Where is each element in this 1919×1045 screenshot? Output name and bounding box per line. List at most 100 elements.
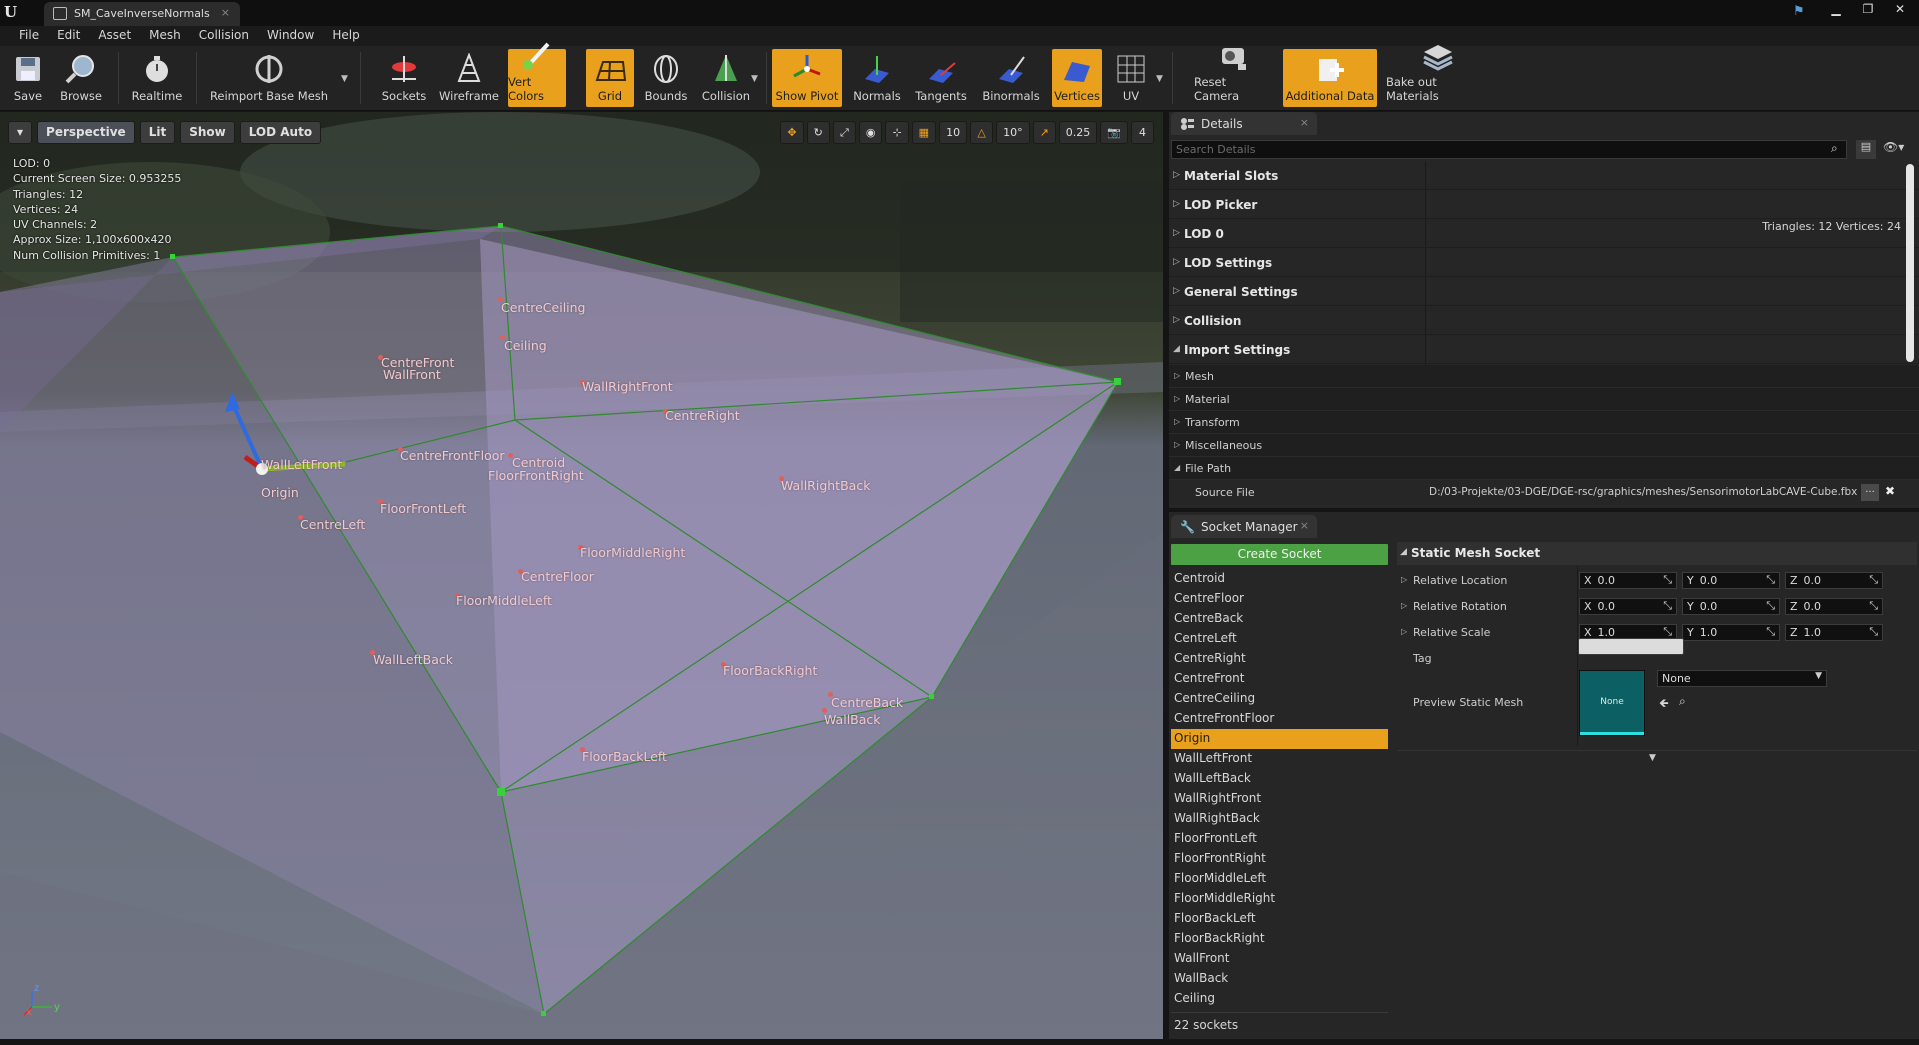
bounds-button[interactable]: Bounds xyxy=(640,49,692,107)
reimport-dropdown-icon[interactable]: ▼ xyxy=(341,74,348,84)
expand-arrow-icon[interactable]: ▷ xyxy=(1401,601,1407,610)
socket-label-floor-middle-right[interactable]: FloorMiddleRight xyxy=(580,545,685,560)
rotation-snap-icon[interactable]: △ xyxy=(970,121,994,144)
socket-label-wall-right-front[interactable]: WallRightFront xyxy=(582,379,673,394)
menu-mesh[interactable]: Mesh xyxy=(140,26,190,46)
list-item[interactable]: WallRightBack xyxy=(1171,809,1388,829)
chevron-down-icon[interactable]: ▼ xyxy=(1649,753,1656,763)
viewport[interactable]: ▾ Perspective Lit Show LOD Auto ✥ ↻ ⤢ ◉ … xyxy=(0,112,1163,1039)
socket-manager-tab[interactable]: 🔧 Socket Manager × xyxy=(1171,515,1317,538)
menu-file[interactable]: File xyxy=(10,26,48,46)
socket-label-wall-left-front[interactable]: WallLeftFront xyxy=(261,457,342,472)
section-material-slots[interactable]: ▷ Material Slots xyxy=(1169,162,1919,190)
uv-button[interactable]: UV xyxy=(1108,49,1154,107)
preview-mesh-combo[interactable]: None ▼ xyxy=(1657,670,1827,687)
rotate-icon[interactable]: ↻ xyxy=(806,121,830,144)
socket-label-wall-front[interactable]: WallFront xyxy=(383,367,441,382)
list-item[interactable]: Ceiling xyxy=(1171,989,1388,1009)
list-item[interactable]: WallLeftFront xyxy=(1171,749,1388,769)
expand-arrow-icon[interactable]: ▷ xyxy=(1401,575,1407,584)
close-icon[interactable]: × xyxy=(1300,519,1309,532)
list-item[interactable]: CentreBack xyxy=(1171,609,1388,629)
view-options-icon[interactable]: ▤ xyxy=(1856,140,1876,159)
browse-file-button[interactable]: ... xyxy=(1861,484,1879,501)
socket-label-wall-left-back[interactable]: WallLeftBack xyxy=(373,652,453,667)
socket-label-centre-back[interactable]: CentreBack xyxy=(831,695,903,710)
grid-snap-value[interactable]: 10 xyxy=(939,121,968,144)
browse-asset-icon[interactable]: ⌕ xyxy=(1679,694,1693,708)
uv-dropdown-icon[interactable]: ▼ xyxy=(1156,74,1163,84)
socket-label-ceiling[interactable]: Ceiling xyxy=(504,338,547,353)
list-item[interactable]: FloorFrontLeft xyxy=(1171,829,1388,849)
details-tab[interactable]: Details × xyxy=(1171,112,1317,135)
viewport-options-button[interactable]: ▾ xyxy=(8,121,33,144)
location-y-field[interactable]: Y 0.0 ⤡ xyxy=(1682,572,1780,589)
socket-label-floor-middle-left[interactable]: FloorMiddleLeft xyxy=(456,593,552,608)
scale-snap-icon[interactable]: ↗ xyxy=(1032,121,1056,144)
show-button[interactable]: Show xyxy=(180,121,235,144)
section-general-settings[interactable]: ▷ General Settings xyxy=(1169,278,1919,306)
world-local-icon[interactable]: ◉ xyxy=(858,121,883,144)
socket-label-centre-left[interactable]: CentreLeft xyxy=(300,517,365,532)
socket-label-wall-right-back[interactable]: WallRightBack xyxy=(781,478,870,493)
create-socket-button[interactable]: Create Socket xyxy=(1171,544,1388,565)
wireframe-button[interactable]: Wireframe xyxy=(436,49,502,107)
translate-icon[interactable]: ✥ xyxy=(780,121,804,144)
vert-colors-button[interactable]: Vert Colors xyxy=(508,42,566,107)
rotation-z-field[interactable]: Z 0.0 ⤡ xyxy=(1785,598,1883,615)
import-sub-miscellaneous[interactable]: ▷ Miscellaneous xyxy=(1169,434,1919,457)
menu-collision[interactable]: Collision xyxy=(190,26,258,46)
binormals-button[interactable]: Binormals xyxy=(980,49,1042,107)
lit-button[interactable]: Lit xyxy=(139,121,176,144)
list-item[interactable]: FloorBackLeft xyxy=(1171,909,1388,929)
sockets-button[interactable]: Sockets xyxy=(378,49,430,107)
lod-auto-button[interactable]: LOD Auto xyxy=(239,121,322,144)
eye-icon[interactable]: 👁▾ xyxy=(1883,140,1913,159)
list-item[interactable]: Centroid xyxy=(1171,569,1388,589)
list-item[interactable]: FloorBackRight xyxy=(1171,929,1388,949)
list-item[interactable]: CentreLeft xyxy=(1171,629,1388,649)
list-item[interactable]: FloorMiddleLeft xyxy=(1171,869,1388,889)
search-details-input[interactable] xyxy=(1171,140,1847,159)
list-item[interactable]: WallFront xyxy=(1171,949,1388,969)
realtime-button[interactable]: Realtime xyxy=(128,49,186,107)
normals-button[interactable]: Normals xyxy=(852,49,902,107)
surface-snap-icon[interactable]: ⊹ xyxy=(885,121,909,144)
socket-label-centre-ceiling[interactable]: CentreCeiling xyxy=(501,300,586,315)
list-item[interactable]: WallRightFront xyxy=(1171,789,1388,809)
menu-help[interactable]: Help xyxy=(323,26,368,46)
asset-tab[interactable]: SM_CaveInverseNormals × xyxy=(44,2,240,26)
socket-label-floor-back-right[interactable]: FloorBackRight xyxy=(723,663,817,678)
socket-label-centre-floor[interactable]: CentreFloor xyxy=(521,569,594,584)
browse-button[interactable]: Browse xyxy=(56,49,106,107)
collision-button[interactable]: Collision xyxy=(698,49,754,107)
scale-z-field[interactable]: Z 1.0 ⤡ xyxy=(1785,624,1883,641)
socket-label-floor-back-left[interactable]: FloorBackLeft xyxy=(582,749,667,764)
vertices-button[interactable]: Vertices xyxy=(1052,49,1102,107)
menu-edit[interactable]: Edit xyxy=(48,26,89,46)
close-icon[interactable]: × xyxy=(221,6,230,19)
socket-label-origin[interactable]: Origin xyxy=(261,485,299,500)
menu-asset[interactable]: Asset xyxy=(89,26,140,46)
import-sub-file-path[interactable]: ◢ File Path xyxy=(1169,457,1919,480)
section-lod-settings[interactable]: ▷ LOD Settings xyxy=(1169,249,1919,277)
scale-snap-value[interactable]: 0.25 xyxy=(1058,121,1098,144)
preview-mesh-thumbnail[interactable]: None xyxy=(1579,670,1645,736)
location-x-field[interactable]: X 0.0 ⤡ xyxy=(1579,572,1677,589)
list-item[interactable]: CentreCeiling xyxy=(1171,689,1388,709)
list-item[interactable]: FloorMiddleRight xyxy=(1171,889,1388,909)
minimize-button[interactable]: ▁ xyxy=(1823,2,1849,18)
rotation-snap-value[interactable]: 10° xyxy=(996,121,1030,144)
grid-button[interactable]: Grid xyxy=(586,49,634,107)
grid-snap-icon[interactable]: ▦ xyxy=(911,121,937,144)
import-sub-material[interactable]: ▷ Material xyxy=(1169,388,1919,411)
import-sub-mesh[interactable]: ▷ Mesh xyxy=(1169,365,1919,388)
section-import-settings[interactable]: ◢ Import Settings xyxy=(1169,336,1919,364)
scale-y-field[interactable]: Y 1.0 ⤡ xyxy=(1682,624,1780,641)
collision-dropdown-icon[interactable]: ▼ xyxy=(751,74,758,84)
location-z-field[interactable]: Z 0.0 ⤡ xyxy=(1785,572,1883,589)
list-item[interactable]: CentreFrontFloor xyxy=(1171,709,1388,729)
menu-window[interactable]: Window xyxy=(258,26,323,46)
socket-label-centre-front-floor[interactable]: CentreFrontFloor xyxy=(400,448,505,463)
clear-icon[interactable]: ✖ xyxy=(1885,484,1895,498)
